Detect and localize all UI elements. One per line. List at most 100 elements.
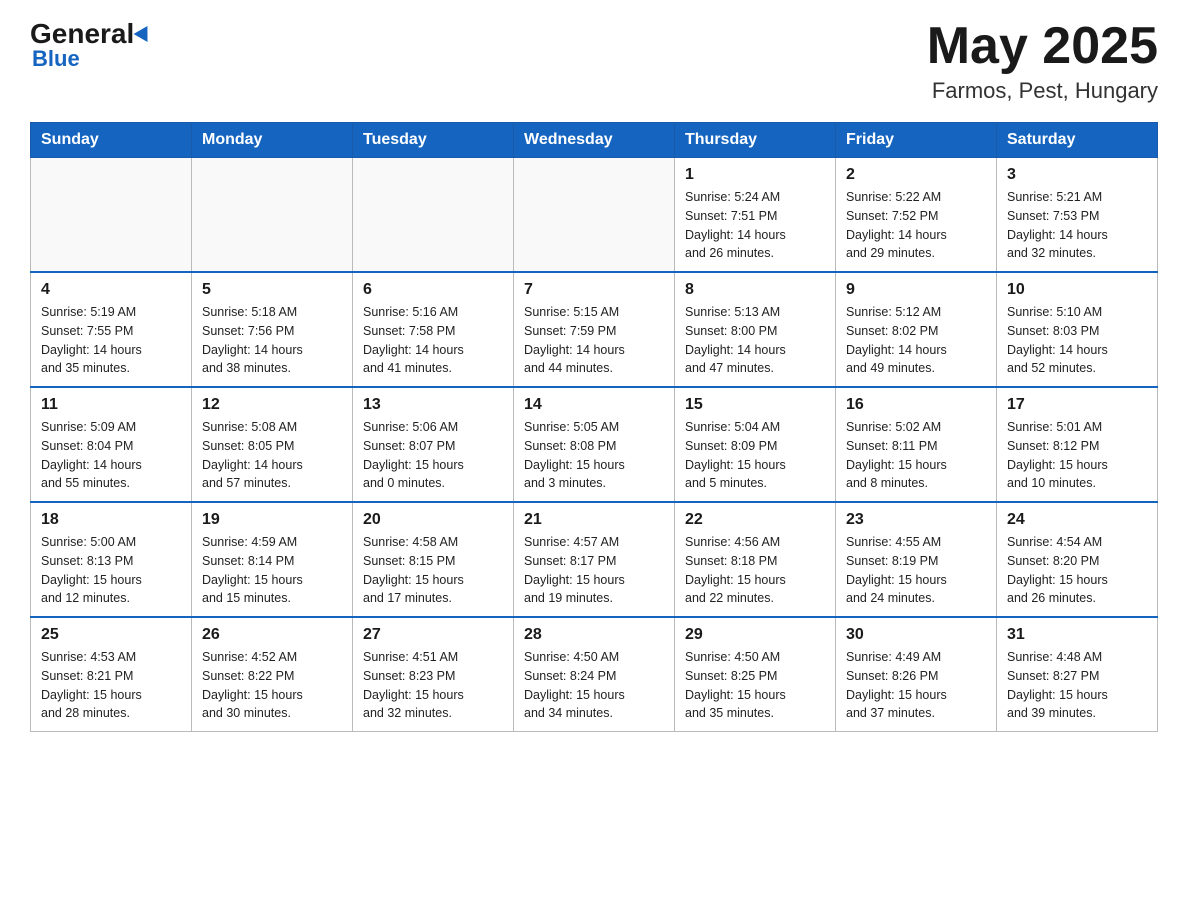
calendar-day-cell: 20 Sunrise: 4:58 AMSunset: 8:15 PMDayligh…	[353, 502, 514, 617]
calendar-day-cell: 24Sunrise: 4:54 AMSunset: 8:20 PMDayligh…	[997, 502, 1158, 617]
calendar-day-header: Sunday	[31, 123, 192, 158]
calendar-day-cell: 15 Sunrise: 5:04 AMSunset: 8:09 PMDayligh…	[675, 387, 836, 502]
calendar-day-cell: 27 Sunrise: 4:51 AMSunset: 8:23 PMDayligh…	[353, 617, 514, 732]
day-number: 11	[41, 396, 181, 414]
day-number: 26	[202, 626, 342, 644]
calendar-day-cell: 11 Sunrise: 5:09 AMSunset: 8:04 PMDayligh…	[31, 387, 192, 502]
calendar-day-cell: 13Sunrise: 5:06 AMSunset: 8:07 PMDayligh…	[353, 387, 514, 502]
calendar-table: SundayMondayTuesdayWednesdayThursdayFrid…	[30, 122, 1158, 732]
day-info: Sunrise: 5:12 AMSunset: 8:02 PMDaylight:…	[846, 303, 986, 378]
day-info: Sunrise: 4:55 AMSunset: 8:19 PMDaylight:…	[846, 533, 986, 608]
day-info: Sunrise: 4:51 AMSunset: 8:23 PMDaylight:…	[363, 648, 503, 723]
header-right: May 2025 Farmos, Pest, Hungary	[927, 20, 1158, 104]
day-info: Sunrise: 4:57 AMSunset: 8:17 PMDaylight:…	[524, 533, 664, 608]
calendar-day-cell: 25 Sunrise: 4:53 AMSunset: 8:21 PMDayligh…	[31, 617, 192, 732]
calendar-day-cell: 1 Sunrise: 5:24 AMSunset: 7:51 PMDaylight…	[675, 158, 836, 273]
day-number: 23	[846, 511, 986, 529]
calendar-day-cell: 23 Sunrise: 4:55 AMSunset: 8:19 PMDayligh…	[836, 502, 997, 617]
month-title: May 2025	[927, 20, 1158, 72]
calendar-day-cell: 31 Sunrise: 4:48 AMSunset: 8:27 PMDayligh…	[997, 617, 1158, 732]
day-number: 15	[685, 396, 825, 414]
calendar-body: 1 Sunrise: 5:24 AMSunset: 7:51 PMDaylight…	[31, 158, 1158, 732]
day-info: Sunrise: 5:21 AMSunset: 7:53 PMDaylight:…	[1007, 188, 1147, 263]
day-number: 21	[524, 511, 664, 529]
location: Farmos, Pest, Hungary	[927, 78, 1158, 104]
day-number: 12	[202, 396, 342, 414]
calendar-week-row: 4 Sunrise: 5:19 AMSunset: 7:55 PMDaylight…	[31, 272, 1158, 387]
calendar-day-cell: 12 Sunrise: 5:08 AMSunset: 8:05 PMDayligh…	[192, 387, 353, 502]
calendar-day-cell: 29 Sunrise: 4:50 AMSunset: 8:25 PMDayligh…	[675, 617, 836, 732]
day-info: Sunrise: 4:59 AMSunset: 8:14 PMDaylight:…	[202, 533, 342, 608]
day-number: 20	[363, 511, 503, 529]
day-info: Sunrise: 5:06 AMSunset: 8:07 PMDaylight:…	[363, 418, 503, 493]
calendar-day-cell	[514, 158, 675, 273]
day-info: Sunrise: 4:49 AMSunset: 8:26 PMDaylight:…	[846, 648, 986, 723]
day-info: Sunrise: 4:50 AMSunset: 8:25 PMDaylight:…	[685, 648, 825, 723]
calendar-day-cell: 14Sunrise: 5:05 AMSunset: 8:08 PMDayligh…	[514, 387, 675, 502]
calendar-day-cell: 4 Sunrise: 5:19 AMSunset: 7:55 PMDaylight…	[31, 272, 192, 387]
day-number: 10	[1007, 281, 1147, 299]
day-number: 30	[846, 626, 986, 644]
calendar-day-cell: 21 Sunrise: 4:57 AMSunset: 8:17 PMDayligh…	[514, 502, 675, 617]
calendar-day-cell: 17 Sunrise: 5:01 AMSunset: 8:12 PMDayligh…	[997, 387, 1158, 502]
logo-triangle-icon	[134, 26, 155, 46]
day-info: Sunrise: 4:50 AMSunset: 8:24 PMDaylight:…	[524, 648, 664, 723]
day-info: Sunrise: 4:48 AMSunset: 8:27 PMDaylight:…	[1007, 648, 1147, 723]
day-info: Sunrise: 5:15 AMSunset: 7:59 PMDaylight:…	[524, 303, 664, 378]
calendar-day-cell: 18 Sunrise: 5:00 AMSunset: 8:13 PMDayligh…	[31, 502, 192, 617]
calendar-day-cell	[192, 158, 353, 273]
day-info: Sunrise: 5:02 AMSunset: 8:11 PMDaylight:…	[846, 418, 986, 493]
calendar-week-row: 25 Sunrise: 4:53 AMSunset: 8:21 PMDayligh…	[31, 617, 1158, 732]
day-number: 29	[685, 626, 825, 644]
day-number: 1	[685, 166, 825, 184]
logo-blue: Blue	[32, 46, 80, 72]
calendar-day-cell: 3Sunrise: 5:21 AMSunset: 7:53 PMDaylight…	[997, 158, 1158, 273]
day-info: Sunrise: 4:56 AMSunset: 8:18 PMDaylight:…	[685, 533, 825, 608]
calendar-day-cell: 8Sunrise: 5:13 AMSunset: 8:00 PMDaylight…	[675, 272, 836, 387]
day-info: Sunrise: 5:04 AMSunset: 8:09 PMDaylight:…	[685, 418, 825, 493]
day-number: 22	[685, 511, 825, 529]
calendar-day-header: Thursday	[675, 123, 836, 158]
day-info: Sunrise: 4:54 AMSunset: 8:20 PMDaylight:…	[1007, 533, 1147, 608]
day-info: Sunrise: 5:09 AMSunset: 8:04 PMDaylight:…	[41, 418, 181, 493]
day-number: 27	[363, 626, 503, 644]
day-info: Sunrise: 5:19 AMSunset: 7:55 PMDaylight:…	[41, 303, 181, 378]
day-info: Sunrise: 5:05 AMSunset: 8:08 PMDaylight:…	[524, 418, 664, 493]
day-number: 4	[41, 281, 181, 299]
calendar-day-cell: 2Sunrise: 5:22 AMSunset: 7:52 PMDaylight…	[836, 158, 997, 273]
calendar-day-cell: 26Sunrise: 4:52 AMSunset: 8:22 PMDayligh…	[192, 617, 353, 732]
calendar-header-row: SundayMondayTuesdayWednesdayThursdayFrid…	[31, 123, 1158, 158]
day-number: 17	[1007, 396, 1147, 414]
day-info: Sunrise: 5:10 AMSunset: 8:03 PMDaylight:…	[1007, 303, 1147, 378]
calendar-week-row: 18 Sunrise: 5:00 AMSunset: 8:13 PMDayligh…	[31, 502, 1158, 617]
day-number: 25	[41, 626, 181, 644]
calendar-day-cell	[31, 158, 192, 273]
day-number: 19	[202, 511, 342, 529]
calendar-day-header: Tuesday	[353, 123, 514, 158]
day-info: Sunrise: 5:00 AMSunset: 8:13 PMDaylight:…	[41, 533, 181, 608]
calendar-day-cell: 5Sunrise: 5:18 AMSunset: 7:56 PMDaylight…	[192, 272, 353, 387]
calendar-week-row: 1 Sunrise: 5:24 AMSunset: 7:51 PMDaylight…	[31, 158, 1158, 273]
day-number: 2	[846, 166, 986, 184]
calendar-day-cell: 6Sunrise: 5:16 AMSunset: 7:58 PMDaylight…	[353, 272, 514, 387]
day-info: Sunrise: 5:24 AMSunset: 7:51 PMDaylight:…	[685, 188, 825, 263]
day-info: Sunrise: 4:58 AMSunset: 8:15 PMDaylight:…	[363, 533, 503, 608]
day-number: 6	[363, 281, 503, 299]
day-info: Sunrise: 4:53 AMSunset: 8:21 PMDaylight:…	[41, 648, 181, 723]
day-info: Sunrise: 5:01 AMSunset: 8:12 PMDaylight:…	[1007, 418, 1147, 493]
logo: General Blue	[30, 20, 152, 72]
day-info: Sunrise: 5:13 AMSunset: 8:00 PMDaylight:…	[685, 303, 825, 378]
calendar-day-header: Wednesday	[514, 123, 675, 158]
calendar-day-cell: 28Sunrise: 4:50 AMSunset: 8:24 PMDayligh…	[514, 617, 675, 732]
calendar-day-cell: 10 Sunrise: 5:10 AMSunset: 8:03 PMDayligh…	[997, 272, 1158, 387]
calendar-day-cell: 9Sunrise: 5:12 AMSunset: 8:02 PMDaylight…	[836, 272, 997, 387]
day-info: Sunrise: 5:18 AMSunset: 7:56 PMDaylight:…	[202, 303, 342, 378]
day-info: Sunrise: 5:08 AMSunset: 8:05 PMDaylight:…	[202, 418, 342, 493]
page-header: General Blue May 2025 Farmos, Pest, Hung…	[30, 20, 1158, 104]
calendar-day-cell: 30 Sunrise: 4:49 AMSunset: 8:26 PMDayligh…	[836, 617, 997, 732]
day-number: 31	[1007, 626, 1147, 644]
calendar-day-header: Friday	[836, 123, 997, 158]
day-number: 18	[41, 511, 181, 529]
calendar-week-row: 11 Sunrise: 5:09 AMSunset: 8:04 PMDayligh…	[31, 387, 1158, 502]
calendar-day-header: Saturday	[997, 123, 1158, 158]
